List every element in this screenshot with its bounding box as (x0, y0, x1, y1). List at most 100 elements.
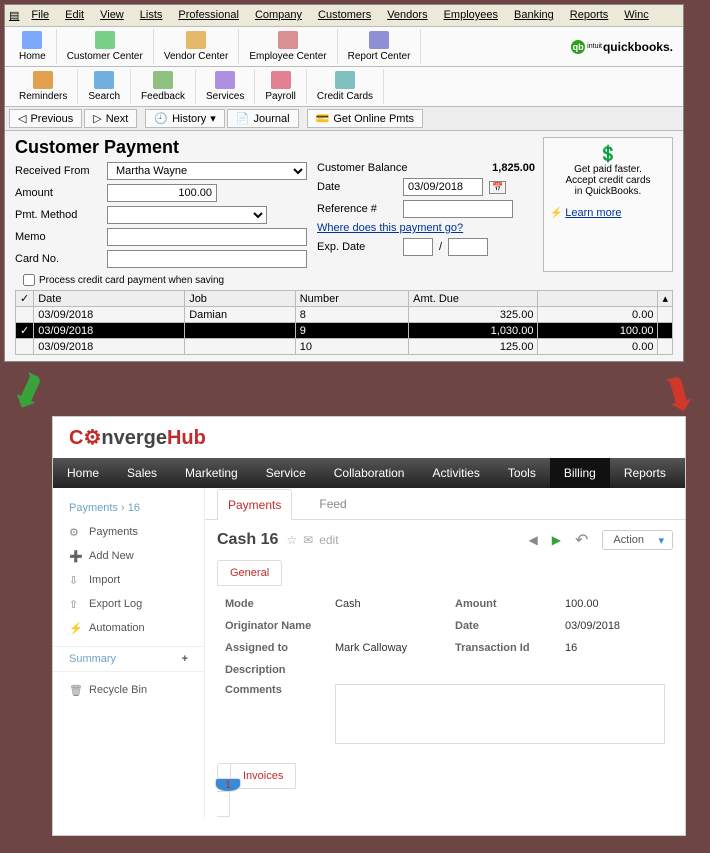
tab-payments[interactable]: Payments (217, 489, 292, 520)
prev-record-button[interactable]: ◀ (529, 533, 538, 547)
app-menu-icon[interactable]: ▤ (5, 7, 23, 24)
nav-reports[interactable]: Reports (610, 458, 680, 488)
summary-toggle[interactable]: Summary+ (53, 646, 204, 672)
tool-home[interactable]: Home (9, 29, 57, 64)
menu-professional[interactable]: Professional (170, 7, 247, 24)
table-row[interactable]: 03/09/201810 125.000.00 (16, 339, 673, 355)
mail-icon[interactable]: ✉ (303, 533, 313, 547)
tool-employee-center[interactable]: Employee Center (239, 29, 337, 64)
tool-payroll[interactable]: Payroll (255, 69, 307, 104)
journal-button[interactable]: 📄Journal (227, 109, 299, 128)
get-online-pmts-button[interactable]: 💳Get Online Pmts (307, 109, 423, 128)
menu-vendors[interactable]: Vendors (379, 7, 435, 24)
promo-line3: in QuickBooks. (550, 186, 666, 197)
menu-lists[interactable]: Lists (132, 7, 171, 24)
tool-customer-center[interactable]: Customer Center (57, 29, 154, 64)
tool-report-center[interactable]: Report Center (338, 29, 422, 64)
menu-banking[interactable]: Banking (506, 7, 562, 24)
where-payment-link[interactable]: Where does this payment go? (317, 222, 463, 234)
prev-button[interactable]: ◁Previous (9, 109, 82, 128)
nav-activities[interactable]: Activities (418, 458, 493, 488)
next-record-button[interactable]: ▶ (552, 533, 561, 547)
menu-employees[interactable]: Employees (436, 7, 506, 24)
sidebar-item-export-log[interactable]: ⇧ Export Log (53, 592, 204, 616)
sidebar-item-label: Automation (89, 622, 145, 634)
sidebar-icon: ➕ (69, 550, 81, 562)
tool-search[interactable]: Search (78, 69, 131, 104)
amount-value: 100.00 (565, 598, 665, 610)
nav-marketing[interactable]: Marketing (171, 458, 252, 488)
nav-collaboration[interactable]: Collaboration (320, 458, 419, 488)
menu-edit[interactable]: Edit (57, 7, 92, 24)
nav-service[interactable]: Service (252, 458, 320, 488)
history-icon: 🕘 (154, 112, 168, 125)
col-job[interactable]: Job (185, 291, 296, 307)
received-from-select[interactable]: Martha Wayne (107, 162, 307, 180)
reference-label: Reference # (317, 203, 397, 215)
ch-tabs: Payments Feed (205, 488, 685, 520)
nav-home[interactable]: Home (53, 458, 113, 488)
scroll-up[interactable]: ▴ (658, 291, 673, 307)
history-button[interactable]: 🕘History ▾ (145, 109, 224, 128)
col-last[interactable] (538, 291, 658, 307)
breadcrumb-payments[interactable]: Payments (69, 502, 118, 514)
tool-feedback[interactable]: Feedback (131, 69, 196, 104)
action-dropdown[interactable]: Action (602, 530, 673, 550)
breadcrumb: Payments › 16 (53, 496, 204, 520)
edit-link[interactable]: edit (319, 533, 338, 547)
pmt-method-select[interactable] (107, 206, 267, 224)
menu-window[interactable]: Winc (616, 7, 656, 24)
comments-label: Comments (225, 684, 335, 744)
ch-content: Payments Feed Cash 16 ☆ ✉ edit ◀ ▶ ↶ Act… (205, 488, 685, 818)
subtab-general[interactable]: General (217, 560, 282, 586)
process-cc-checkbox[interactable] (23, 274, 35, 286)
sidebar-item-recycle[interactable]: 🗑 Recycle Bin (53, 678, 204, 702)
col-check[interactable]: ✓ (16, 291, 34, 307)
nav-sales[interactable]: Sales (113, 458, 171, 488)
quickbooks-window: ▤ File Edit View Lists Professional Comp… (4, 4, 684, 362)
table-row[interactable]: ✓03/09/20189 1,030.00100.00 (16, 323, 673, 339)
menu-view[interactable]: View (92, 7, 132, 24)
menu-customers[interactable]: Customers (310, 7, 379, 24)
comments-box[interactable] (335, 684, 665, 744)
nav-billing[interactable]: Billing (550, 458, 610, 488)
sidebar-item-automation[interactable]: ⚡ Automation (53, 616, 204, 640)
amount-input[interactable] (107, 184, 217, 202)
exp-month-input[interactable] (403, 238, 433, 256)
col-number[interactable]: Number (295, 291, 408, 307)
date-input[interactable] (403, 178, 483, 196)
tool-credit-cards[interactable]: Credit Cards (307, 69, 384, 104)
memo-input[interactable] (107, 228, 307, 246)
menu-file[interactable]: File (23, 7, 57, 24)
exp-year-input[interactable] (448, 238, 488, 256)
mode-label: Mode (225, 598, 335, 610)
qb-logo-icon: qb (571, 40, 585, 54)
col-amtdue[interactable]: Amt. Due (409, 291, 538, 307)
calendar-icon[interactable]: 📅 (489, 181, 506, 194)
star-icon[interactable]: ☆ (286, 533, 297, 547)
promo-line2: Accept credit cards (550, 175, 666, 186)
card-no-input[interactable] (107, 250, 307, 268)
promo-line1: Get paid faster. (550, 164, 666, 175)
learn-more-link[interactable]: Learn more (565, 207, 621, 219)
tab-feed[interactable]: Feed (308, 488, 357, 519)
reference-input[interactable] (403, 200, 513, 218)
sidebar-icon: ⚙ (69, 526, 81, 538)
qb-toolbar-1: HomeCustomer CenterVendor CenterEmployee… (5, 27, 683, 67)
invoices-badge: 1 (215, 778, 241, 792)
invoices-tab[interactable]: Invoices1 (217, 763, 673, 817)
table-row[interactable]: 03/09/2018Damian8 325.000.00 (16, 307, 673, 323)
col-date[interactable]: Date (34, 291, 185, 307)
tool-services[interactable]: Services (196, 69, 255, 104)
sidebar-item-add-new[interactable]: ➕ Add New (53, 544, 204, 568)
received-from-label: Received From (15, 165, 101, 177)
nav-tools[interactable]: Tools (494, 458, 550, 488)
sidebar-item-import[interactable]: ⇩ Import (53, 568, 204, 592)
undo-icon[interactable]: ↶ (575, 530, 588, 550)
menu-reports[interactable]: Reports (562, 7, 617, 24)
sidebar-item-payments[interactable]: ⚙ Payments (53, 520, 204, 544)
tool-vendor-center[interactable]: Vendor Center (154, 29, 240, 64)
menu-company[interactable]: Company (247, 7, 310, 24)
next-button[interactable]: ▷Next (84, 109, 137, 128)
tool-reminders[interactable]: Reminders (9, 69, 78, 104)
